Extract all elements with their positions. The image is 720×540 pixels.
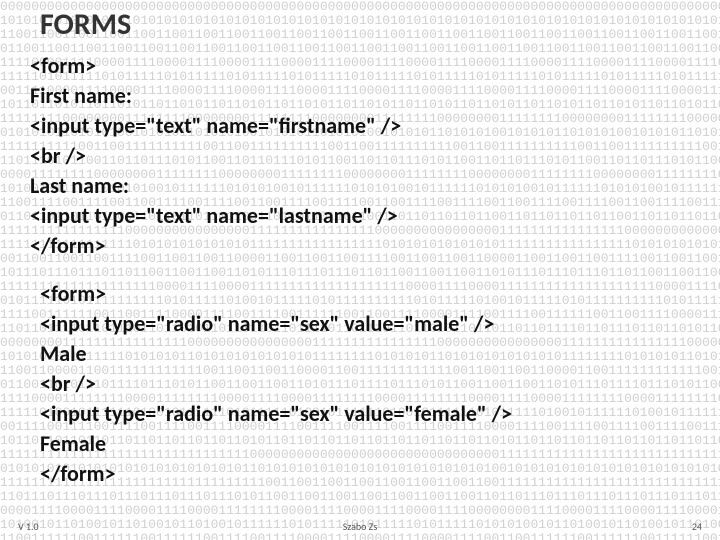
code-line: First name: [30,81,690,111]
code-line: <br /> [30,141,690,171]
code-line: <form> [30,51,690,81]
code-line: Female [40,429,690,459]
footer: V 1.0 Szabo Zs 24 [0,518,720,534]
code-line: Last name: [30,171,690,201]
code-block-form-text: <form> First name: <input type="text" na… [30,51,690,261]
code-line: <input type="radio" name="sex" value="ma… [40,309,690,339]
footer-version: V 1.0 [18,520,39,533]
page-title: FORMS [40,6,690,43]
code-line: <br /> [40,369,690,399]
footer-author: Szabo Zs [343,520,378,533]
code-line: <form> [40,279,690,309]
code-line: </form> [30,231,690,261]
code-line: <input type="text" name="lastname" /> [30,201,690,231]
footer-page: 24 [692,520,702,533]
code-line: <input type="text" name="firstname" /> [30,111,690,141]
code-line: Male [40,339,690,369]
code-line: </form> [40,459,690,489]
code-block-form-radio: <form> <input type="radio" name="sex" va… [40,279,690,489]
code-line: <input type="radio" name="sex" value="fe… [40,399,690,429]
